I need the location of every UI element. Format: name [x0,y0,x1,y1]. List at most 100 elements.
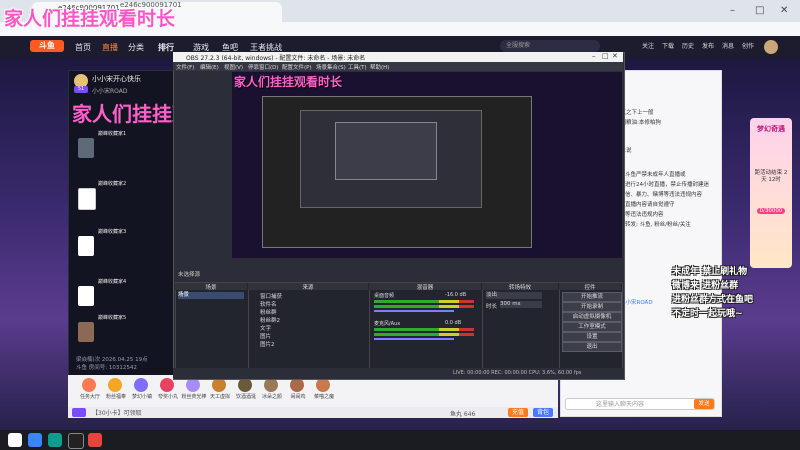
audio-meter [374,305,474,308]
mixer-db: -16.0 dB [445,292,467,298]
backpack-button[interactable]: 背包 [533,408,553,417]
gift-item[interactable]: 闹闹鸡 [286,378,308,400]
collector-slot: 巅峰收藏家3 [74,226,174,268]
maximize-icon[interactable]: □ [755,5,764,16]
start-streaming-button[interactable]: 开始推流 [562,292,622,302]
netease-icon[interactable] [88,433,102,447]
source-item[interactable]: 窗口捕获 [260,292,282,300]
obs-menu-view[interactable]: 视图(V) [224,63,243,71]
nav-rank[interactable]: 排行 [158,42,174,53]
scenes-dock-header: 场景 [175,283,247,291]
gift-item[interactable]: 粉丝荧光棒 [181,378,207,400]
controls-dock-header: 控件 [559,283,621,291]
gift-item[interactable]: 冰朵之颜 [260,378,282,400]
transition-select[interactable]: 淡出 [486,292,542,299]
event-progress: 0/30000 [757,208,785,214]
obs-menu-dock[interactable]: 停靠窗口(D) [248,63,279,71]
source-item[interactable]: 粉丝群 [260,308,277,316]
event-timer: 距活动结束 2天 12时 [754,170,788,183]
create-icon[interactable]: 创作 [740,41,756,50]
mixer-dock-header: 混音器 [369,283,481,291]
nav-live[interactable]: 直播 [102,42,118,53]
streamer-name: 小小宋开心快乐 [92,75,141,83]
top-title-overlay: 家人们挂挂观看时长 [4,8,176,30]
browser-icon[interactable] [48,433,62,447]
duration-input[interactable]: 300 ms [500,301,542,308]
gift-item[interactable]: 夸奖小丸 [156,378,178,400]
audio-meter [374,328,474,331]
obs-maximize-icon[interactable]: □ [602,52,609,60]
mixer-db: 0.0 dB [445,320,462,326]
obs-menu-profile[interactable]: 配置文件(P) [282,63,312,71]
mixer-channel-label: 麦克风/Aux [374,321,401,327]
volume-slider[interactable] [374,310,454,312]
obs-menu-file[interactable]: 文件(F) [176,63,194,71]
gift-item[interactable]: 菜喵之魔 [312,378,334,400]
claim-text[interactable]: 【30小卡】可领取 [92,408,142,417]
fish-ball-count: 鱼丸 646 [450,411,476,418]
settings-button[interactable]: 设置 [562,332,622,342]
gift-item[interactable]: 梦幻小镇 [130,378,152,400]
search-input[interactable]: 全服搜索 [500,40,600,52]
obs-app-icon[interactable] [68,433,84,449]
scene-item[interactable]: 场景 [178,292,244,299]
obs-close-icon[interactable]: ✕ [612,52,618,60]
chat-send-button[interactable]: 发送 [694,399,714,409]
level-badge: 51 [74,86,88,93]
event-title: 梦幻奇遇 [757,125,785,133]
recharge-button[interactable]: 充值 [508,408,528,417]
mixer-channel-label: 桌面音频 [374,293,395,299]
source-item[interactable]: 图片 [260,332,271,340]
message-icon[interactable]: 消息 [720,41,736,50]
chat-input[interactable]: 这里输入聊天内容 [565,398,715,410]
preview-title-overlay: 家人们挂挂观看时长 [234,75,343,89]
close-icon[interactable]: ✕ [780,5,788,16]
audio-meter [374,300,474,303]
volume-slider[interactable] [374,338,454,340]
streamer-sub: 小小宋ROAD [92,88,128,95]
minimize-icon[interactable]: – [730,5,735,16]
source-item[interactable]: 软件名 [260,300,277,308]
start-recording-button[interactable]: 开始录制 [562,302,622,312]
nav-category[interactable]: 分类 [128,42,144,53]
collector-slot: 巅峰收藏家2 [74,178,174,220]
gift-item[interactable]: 天工虚拟 [208,378,230,400]
history-icon[interactable]: 历史 [680,41,696,50]
gift-item[interactable]: 饮酒酒涎 [234,378,256,400]
virtual-camera-button[interactable]: 启动虚拟摄像机 [562,312,622,322]
collector-slot: 巅峰收藏家1 [74,128,174,170]
source-item[interactable]: 文字 [260,324,271,332]
site-logo[interactable]: 斗鱼 [30,40,64,52]
gift-item[interactable]: 任务大厅 [78,378,100,400]
nav-home[interactable]: 首页 [75,42,91,53]
rule-line: 不定时一起玩哦~ [672,309,743,319]
chat-line: 斗鱼严禁未成年人直播或 [625,172,686,178]
taskbar [0,430,800,450]
search-icon[interactable] [28,433,42,447]
source-item[interactable]: 粉丝群2 [260,316,280,324]
obs-menu-tools[interactable]: 工具(T) [348,63,367,71]
obs-menu-edit[interactable]: 编辑(E) [200,63,219,71]
source-item[interactable]: 图片2 [260,340,275,348]
avatar[interactable] [764,40,778,54]
stream-rules-overlay: 未成年 禁止刷礼物 微博来 进粉丝群 进粉丝群方式在鱼吧 不定时一起玩哦~ [672,265,800,321]
chat-line: 转发: 斗鱼, 粉丝/粉丝/关注 [625,222,691,228]
chat-line: 进行24小时直播，禁止传播封建迷 [625,182,709,188]
obs-menu-scene-collection[interactable]: 场景集合(S) [316,63,346,71]
gift-item[interactable]: 粉丝福奉 [104,378,126,400]
card-icon[interactable] [72,408,86,417]
obs-status-bar: LIVE: 00:00:00 REC: 00:00:00 CPU: 3.6%, … [173,368,623,378]
studio-mode-button[interactable]: 工作室模式 [562,322,622,332]
chat-line: 信、暴力、赌博等违法违规内容 [625,192,703,198]
start-icon[interactable] [8,433,22,447]
obs-minimize-icon[interactable]: – [592,52,596,60]
exit-button[interactable]: 退出 [562,342,622,352]
event-banner[interactable] [750,118,792,268]
obs-title: OBS 27.2.3 (64-bit, windows) - 配置文件: 未命名… [186,55,366,62]
chat-line: 直播内容请自觉遵守 [625,202,675,208]
publish-icon[interactable]: 发布 [700,41,716,50]
obs-menu-help[interactable]: 帮助(H) [370,63,389,71]
download-icon[interactable]: 下载 [660,41,676,50]
follow-icon[interactable]: 关注 [640,41,656,50]
stream-stats: 梁焱楠(次 2026.04.25 19点 斗鱼 房间号: 10312542 [76,357,148,371]
